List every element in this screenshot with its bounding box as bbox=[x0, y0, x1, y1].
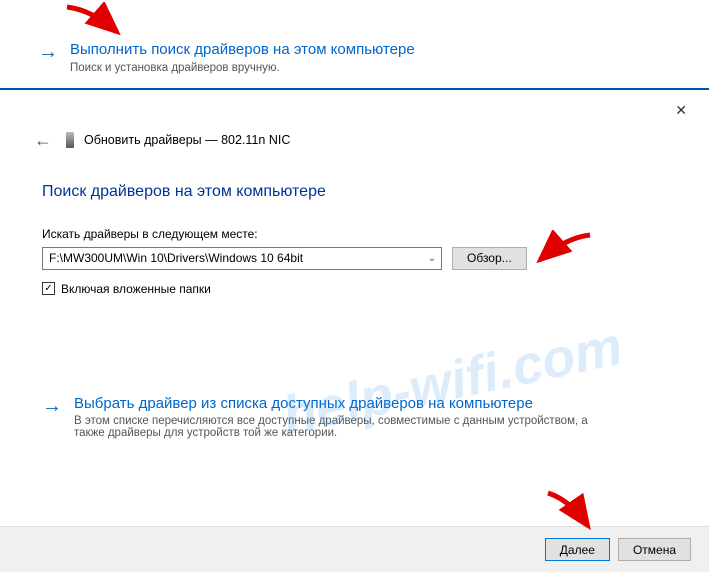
arrow-right-icon: → bbox=[38, 42, 58, 62]
dialog-title-prefix: Обновить драйверы — bbox=[84, 133, 221, 147]
back-button[interactable]: ← bbox=[30, 128, 56, 153]
update-drivers-dialog: ✕ ← Обновить драйверы — 802.11n NIC Поис… bbox=[0, 90, 709, 440]
close-button[interactable]: ✕ bbox=[667, 98, 695, 123]
dialog-title-device: 802.11n NIC bbox=[221, 133, 290, 147]
include-subfolders-checkbox[interactable]: ✓ Включая вложенные папки bbox=[42, 282, 679, 296]
search-drivers-on-computer-option[interactable]: → Выполнить поиск драйверов на этом комп… bbox=[38, 40, 671, 74]
driver-path-input[interactable] bbox=[43, 249, 423, 267]
pick-from-list-option[interactable]: → Выбрать драйвер из списка доступных др… bbox=[42, 394, 602, 440]
nav-option-subtitle: Поиск и установка драйверов вручную. bbox=[70, 62, 415, 74]
pick-option-subtitle: В этом списке перечисляются все доступны… bbox=[74, 415, 602, 439]
pick-option-title: Выбрать драйвер из списка доступных драй… bbox=[74, 394, 602, 414]
checkbox-checked-icon: ✓ bbox=[42, 282, 55, 295]
nav-option-title: Выполнить поиск драйверов на этом компью… bbox=[70, 40, 415, 60]
pick-option-text: Выбрать драйвер из списка доступных драй… bbox=[74, 394, 602, 440]
dialog-title: Обновить драйверы — 802.11n NIC bbox=[84, 133, 290, 147]
next-button[interactable]: Далее bbox=[545, 538, 610, 561]
section-title: Поиск драйверов на этом компьютере bbox=[42, 183, 679, 201]
dialog-header: ← Обновить драйверы — 802.11n NIC bbox=[30, 128, 679, 153]
cancel-button[interactable]: Отмена bbox=[618, 538, 691, 561]
include-subfolders-label: Включая вложенные папки bbox=[61, 282, 211, 296]
driver-path-combobox[interactable]: ⌄ bbox=[42, 247, 442, 270]
dialog-footer: Далее Отмена bbox=[0, 526, 709, 572]
browse-button[interactable]: Обзор... bbox=[452, 247, 527, 270]
device-icon bbox=[66, 132, 74, 148]
chevron-down-icon[interactable]: ⌄ bbox=[423, 253, 441, 264]
path-label: Искать драйверы в следующем месте: bbox=[42, 227, 679, 241]
nav-option-text: Выполнить поиск драйверов на этом компью… bbox=[70, 40, 415, 74]
arrow-right-icon: → bbox=[42, 396, 62, 416]
